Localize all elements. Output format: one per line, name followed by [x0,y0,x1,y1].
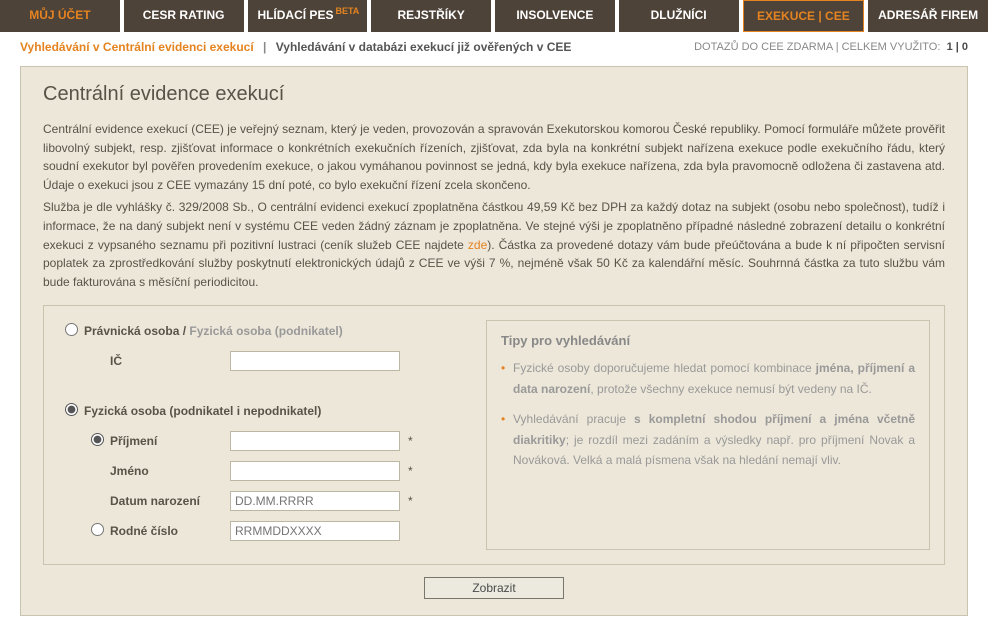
subnav-left: Vyhledávání v Centrální evidenci exekucí… [20,40,571,54]
required-mark: * [408,434,413,448]
submit-row: Zobrazit [43,577,945,599]
intro-paragraph-2: Služba je dle vyhlášky č. 329/2008 Sb., … [43,198,945,291]
rc-input[interactable] [230,521,400,541]
tip-item: Vyhledávání pracuje s kompletní shodou p… [501,409,915,470]
pricelist-link[interactable]: zde [468,238,487,252]
firstname-label: Jméno [110,464,230,478]
radio-natural-person[interactable] [65,403,78,416]
required-mark: * [408,464,413,478]
subnav-quota: DOTAZŮ DO CEE ZDARMA | CELKEM VYUŽITO: 1… [694,41,968,53]
option-legal-person-label: Právnická osoba / Fyzická osoba (podnika… [84,324,343,338]
beta-badge: BETA [335,6,359,16]
tab-label: INSOLVENCE [516,8,593,22]
rc-label: Rodné číslo [110,524,230,538]
rc-row: Rodné číslo [58,520,472,542]
quota-label: DOTAZŮ DO CEE ZDARMA | CELKEM VYUŽITO: [694,41,940,53]
tab-label: CESR RATING [143,8,225,22]
tab-label: REJSTŘÍKY [397,8,464,22]
tip-item: Fyzické osoby doporučujeme hledat pomocí… [501,358,915,399]
option-natural-person-row: Fyzická osoba (podnikatel i nepodnikatel… [58,400,472,422]
tab-label: HLÍDACÍ PES [257,8,333,22]
main-panel: Centrální evidence exekucí Centrální evi… [20,66,968,616]
firstname-input[interactable] [230,461,400,481]
submit-button[interactable]: Zobrazit [424,577,564,599]
subnav-bar: Vyhledávání v Centrální evidenci exekucí… [0,32,988,62]
dob-row: Datum narození * [58,490,472,512]
radio-legal-person[interactable] [65,323,78,336]
tab-adresar-firem[interactable]: ADRESÁŘ FIREM [868,0,988,32]
page-title: Centrální evidence exekucí [43,83,945,106]
tab-dluznici[interactable]: DLUŽNÍCI [619,0,739,32]
tips-title: Tipy pro vyhledávání [501,333,915,348]
dob-input[interactable] [230,491,400,511]
tab-hlidaci-pes[interactable]: HLÍDACÍ PESBETA [248,0,368,32]
required-mark: * [408,494,413,508]
subnav-separator: | [263,40,266,54]
intro-paragraph-1: Centrální evidence exekucí (CEE) je veře… [43,120,945,194]
tab-exekuce-cee[interactable]: EXEKUCE | CEE [743,0,865,32]
tips-box: Tipy pro vyhledávání Fyzické osoby dopor… [486,320,930,550]
tab-cesr-rating[interactable]: CESR RATING [124,0,244,32]
firstname-row: Jméno * [58,460,472,482]
surname-label: Příjmení [110,434,230,448]
ic-row: IČ [58,350,472,372]
surname-row: Příjmení * [58,430,472,452]
radio-by-name[interactable] [91,433,104,446]
subnav-link-search-cee[interactable]: Vyhledávání v Centrální evidenci exekucí [20,40,254,54]
dob-label: Datum narození [110,494,230,508]
tab-insolvence[interactable]: INSOLVENCE [495,0,615,32]
tab-label: MŮJ ÚČET [29,8,90,22]
tab-muj-ucet[interactable]: MŮJ ÚČET [0,0,120,32]
option-legal-person-row: Právnická osoba / Fyzická osoba (podnika… [58,320,472,342]
option-natural-person-label: Fyzická osoba (podnikatel i nepodnikatel… [84,404,321,418]
tab-label: DLUŽNÍCI [651,8,707,22]
radio-by-birthnumber[interactable] [91,523,104,536]
tab-label: EXEKUCE | CEE [757,9,850,23]
ic-input[interactable] [230,351,400,371]
surname-input[interactable] [230,431,400,451]
search-form-wrapper: Právnická osoba / Fyzická osoba (podnika… [43,305,945,565]
quota-value: 1 | 0 [947,41,968,53]
tab-label: ADRESÁŘ FIREM [878,8,978,22]
tips-list: Fyzické osoby doporučujeme hledat pomocí… [501,358,915,470]
search-form-column: Právnická osoba / Fyzická osoba (podnika… [58,320,472,550]
subnav-link-search-verified[interactable]: Vyhledávání v databázi exekucí již ověře… [276,40,572,54]
ic-label: IČ [110,354,230,368]
tab-rejstriky[interactable]: REJSTŘÍKY [371,0,491,32]
top-nav: MŮJ ÚČET CESR RATING HLÍDACÍ PESBETA REJ… [0,0,988,32]
